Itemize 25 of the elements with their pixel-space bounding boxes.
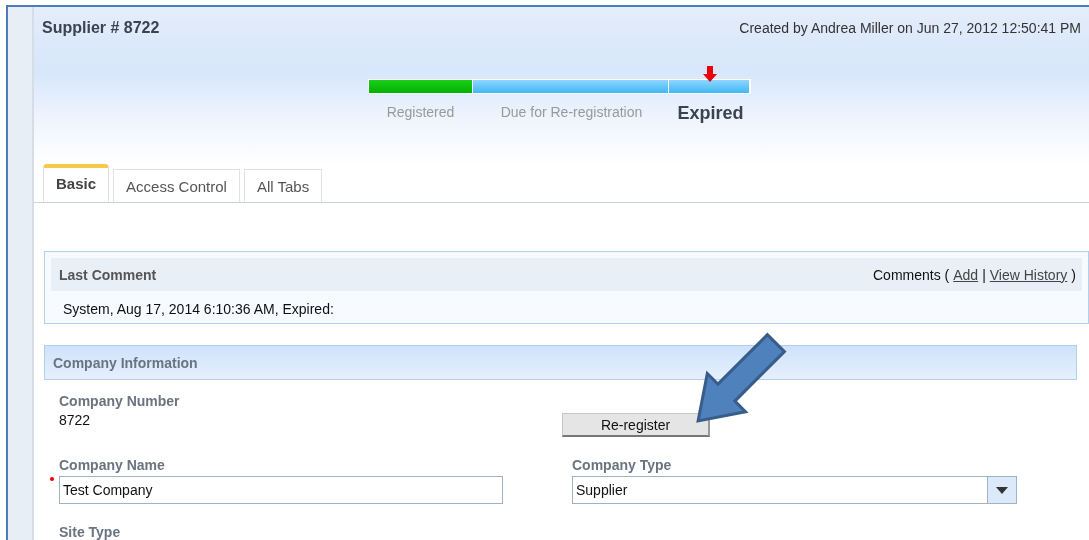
company-type-dropdown[interactable]: Supplier <box>572 476 1017 504</box>
comments-label: Comments ( <box>873 266 950 283</box>
page-title: Supplier # 8722 <box>42 19 160 37</box>
field-label: Company Name <box>59 457 166 473</box>
field-value: 8722 <box>59 412 92 428</box>
separator-text: | <box>982 266 986 283</box>
field-label: Site Type <box>59 524 122 540</box>
section-header: Company Information <box>44 345 1077 380</box>
comment-text: System, Aug 17, 2014 6:10:36 AM, Expired: <box>62 300 335 319</box>
stage-label: Registered <box>386 104 455 120</box>
panel-title: Last Comment <box>59 266 157 283</box>
field-label: Company Number <box>59 393 181 409</box>
tab[interactable]: All Tabs <box>243 169 323 202</box>
created-info: Created by Andrea Miller on Jun 27, 2012 12:50:41 PM <box>739 20 1081 36</box>
field-label: Company Type <box>572 457 673 473</box>
stage-label: Due for Re-registration <box>500 104 643 120</box>
tab[interactable]: Basic <box>43 164 110 202</box>
view-history-link[interactable]: View History <box>989 266 1068 283</box>
add-link[interactable]: Add <box>953 266 979 283</box>
paren-text: ) <box>1071 266 1076 283</box>
re-register-button[interactable]: Re-register <box>562 413 710 437</box>
company-name-field[interactable]: Test Company <box>59 476 503 504</box>
stage-label: Expired <box>677 103 744 123</box>
tab[interactable]: Access Control <box>113 169 240 202</box>
caret-icon <box>996 486 1008 494</box>
